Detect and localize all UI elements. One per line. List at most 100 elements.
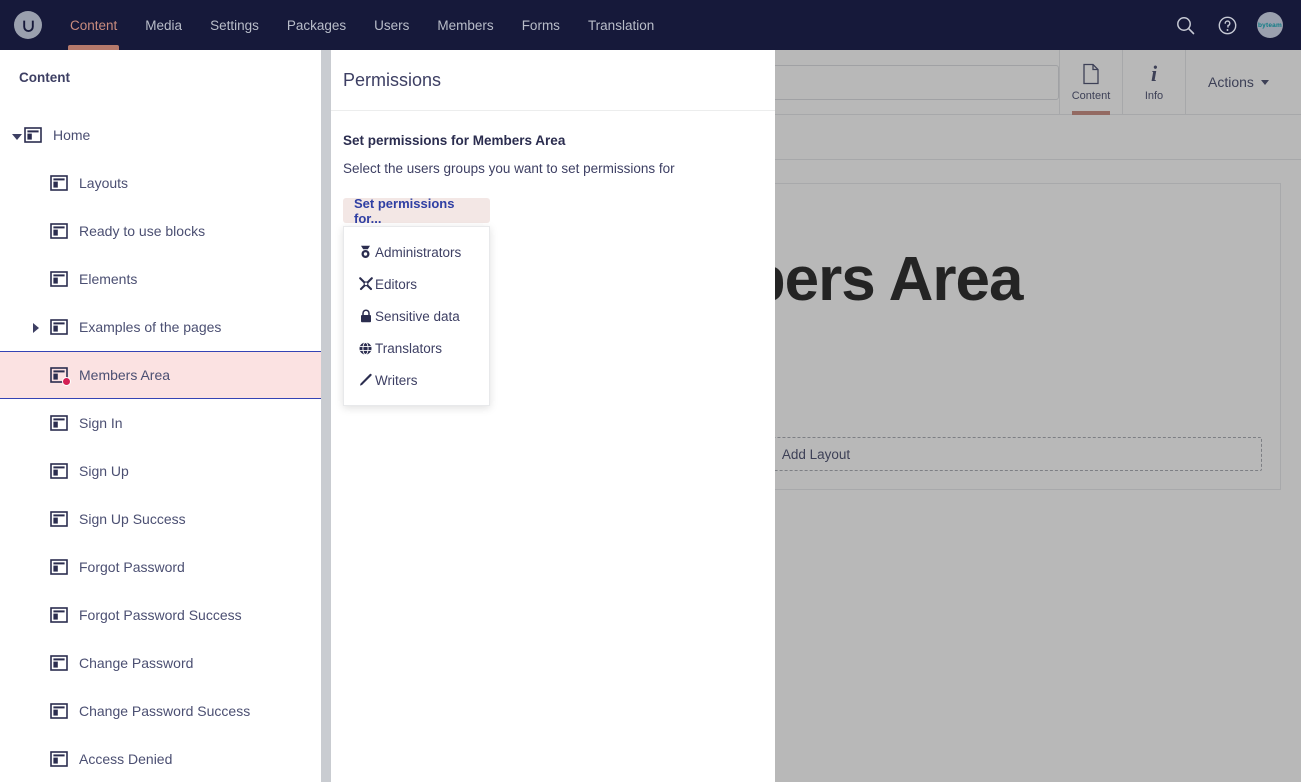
top-nav-item-label: Media [145, 17, 183, 33]
tree-item-members-area[interactable]: Members Area [0, 351, 321, 399]
overlay-header: Permissions [331, 50, 775, 111]
tree-item-sign-in[interactable]: Sign In [0, 399, 321, 447]
document-type-icon [50, 366, 71, 386]
user-group-option-label: Translators [375, 340, 443, 356]
document-type-icon [50, 222, 68, 240]
tree-item-label: Change Password Success [79, 703, 251, 719]
top-nav-item-label: Forms [521, 17, 560, 33]
lock-icon [358, 309, 373, 324]
umbraco-logo-icon [14, 11, 42, 39]
medal-icon [358, 245, 373, 260]
pen-icon [358, 373, 373, 388]
document-type-icon [50, 606, 68, 624]
tree-item-label: Forgot Password Success [79, 607, 242, 623]
tree-item-label: Ready to use blocks [79, 223, 206, 239]
user-group-option-writers[interactable]: Writers [344, 364, 489, 396]
user-group-option-label: Editors [375, 276, 418, 292]
document-type-icon [50, 318, 68, 336]
top-nav-items: Content Media Settings Packages Users Members… [56, 0, 668, 50]
document-type-icon [50, 654, 68, 672]
top-nav-item-label: Translation [587, 17, 655, 33]
user-group-option-label: Writers [375, 372, 418, 388]
top-nav-item-content[interactable]: Content [56, 0, 131, 50]
permissions-heading: Set permissions for Members Area [343, 133, 566, 148]
user-group-dropdown-menu: Administrators Editors Sensitive data Trans… [343, 226, 490, 406]
top-nav-item-label: Members [437, 17, 494, 33]
document-type-icon [50, 270, 68, 288]
top-nav-item-label: Settings [210, 17, 259, 33]
tree-item-label: Home [53, 127, 91, 143]
help-icon[interactable] [1215, 13, 1239, 37]
top-nav-right: byteam [1173, 12, 1301, 38]
caret-right-icon[interactable] [33, 323, 39, 333]
top-nav-item-label: Packages [286, 17, 347, 33]
document-type-icon [24, 126, 42, 144]
document-type-icon [50, 750, 68, 768]
top-nav-item-translation[interactable]: Translation [574, 0, 668, 50]
content-tree: Home Layouts Ready to use blocks Elements Ex… [0, 111, 321, 782]
content-tree-sidebar: Content Home Layouts Ready to use blocks El… [0, 50, 321, 782]
sidebar-divider[interactable] [321, 50, 331, 782]
caret-down-icon[interactable] [12, 134, 22, 140]
document-type-icon [50, 462, 68, 480]
tree-item-label: Sign Up Success [79, 511, 186, 527]
top-nav-item-media[interactable]: Media [131, 0, 196, 50]
globe-icon [358, 341, 373, 356]
top-nav-item-members[interactable]: Members [423, 0, 507, 50]
tree-item-access-denied[interactable]: Access Denied [0, 735, 321, 782]
tree-item-label: Elements [79, 271, 138, 287]
user-group-option-administrators[interactable]: Administrators [344, 236, 489, 268]
tree-item-label: Change Password [79, 655, 194, 671]
top-nav-item-packages[interactable]: Packages [273, 0, 360, 50]
set-permissions-for-button[interactable]: Set permissions for... [343, 195, 490, 226]
tree-item-label: Examples of the pages [79, 319, 222, 335]
tree-item-forgot-password[interactable]: Forgot Password [0, 543, 321, 591]
tree-item-label: Members Area [79, 367, 171, 383]
user-group-option-label: Sensitive data [375, 308, 460, 324]
tree-item-sign-up[interactable]: Sign Up [0, 447, 321, 495]
restricted-badge-icon [62, 377, 71, 386]
tree-item-change-password-success[interactable]: Change Password Success [0, 687, 321, 735]
avatar-label: byteam [1258, 21, 1282, 29]
set-permissions-for-label: Set permissions for... [354, 195, 455, 226]
app-root: Content Media Settings Packages Users Members… [0, 0, 1301, 782]
umbraco-logo[interactable] [0, 11, 56, 39]
tree-item-examples-of-the-pages[interactable]: Examples of the pages [0, 303, 321, 351]
top-nav-item-forms[interactable]: Forms [508, 0, 574, 50]
tree-item-sign-up-success[interactable]: Sign Up Success [0, 495, 321, 543]
top-nav-item-label: Users [374, 17, 410, 33]
tree-item-label: Sign In [79, 415, 123, 431]
search-icon[interactable] [1173, 13, 1197, 37]
tree-item-ready-to-use-blocks[interactable]: Ready to use blocks [0, 207, 321, 255]
document-type-icon [50, 510, 68, 528]
top-nav-item-users[interactable]: Users [360, 0, 423, 50]
permissions-overlay-panel: Permissions Set permissions for Members … [331, 50, 775, 782]
avatar[interactable]: byteam [1257, 12, 1283, 38]
tools-icon [358, 277, 373, 292]
user-group-option-editors[interactable]: Editors [344, 268, 489, 300]
overlay-body: Set permissions for Members Area Select … [331, 111, 775, 406]
tree-item-label: Sign Up [79, 463, 129, 479]
tree-item-label: Layouts [79, 175, 129, 191]
document-type-icon [50, 174, 68, 192]
document-type-icon [50, 414, 68, 432]
tree-item-label: Access Denied [79, 751, 173, 767]
tree-item-home[interactable]: Home [0, 111, 321, 159]
sidebar-title: Content [19, 70, 70, 85]
user-group-option-translators[interactable]: Translators [344, 332, 489, 364]
document-type-icon [50, 558, 68, 576]
user-group-option-label: Administrators [375, 244, 462, 260]
top-nav-item-settings[interactable]: Settings [196, 0, 273, 50]
tree-item-label: Forgot Password [79, 559, 185, 575]
tree-item-elements[interactable]: Elements [0, 255, 321, 303]
tree-item-forgot-password-success[interactable]: Forgot Password Success [0, 591, 321, 639]
overlay-title: Permissions [343, 69, 442, 90]
permissions-subheading: Select the users groups you want to set … [343, 161, 675, 176]
top-nav-item-label: Content [70, 17, 118, 33]
user-group-dropdown: Set permissions for... Administrators Edi… [343, 195, 490, 406]
user-group-option-sensitive-data[interactable]: Sensitive data [344, 300, 489, 332]
document-type-icon [50, 702, 68, 720]
tree-item-layouts[interactable]: Layouts [0, 159, 321, 207]
tree-item-change-password[interactable]: Change Password [0, 639, 321, 687]
top-navigation-bar: Content Media Settings Packages Users Members… [0, 0, 1301, 50]
